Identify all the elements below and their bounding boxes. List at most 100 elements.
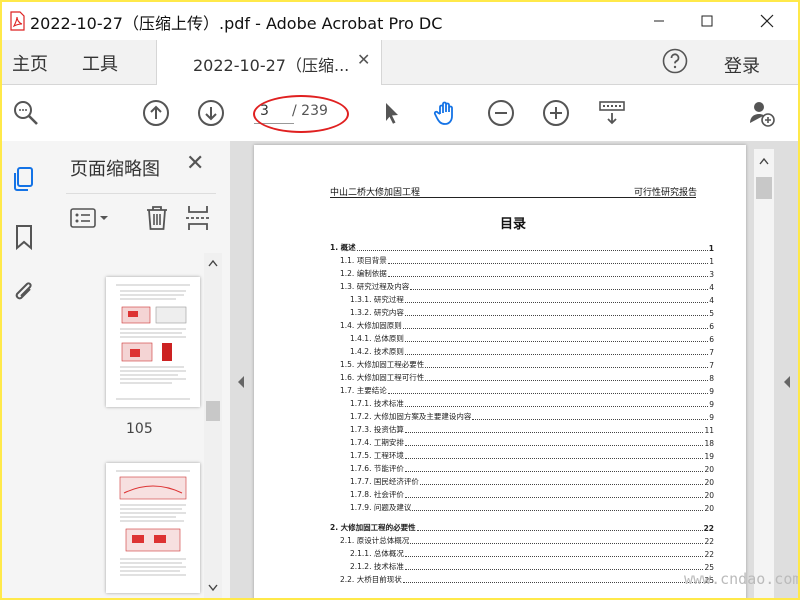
toc-leader-dots	[472, 418, 709, 420]
toc-entry[interactable]: 1.1. 项目背景 1	[340, 254, 714, 266]
toc-entry[interactable]: 1.3.2. 研究内容 5	[350, 306, 714, 318]
toc-entry[interactable]: 1.7. 主要结论 9	[340, 384, 714, 396]
toc-entry[interactable]: 1.4.2. 技术原则 7	[350, 345, 714, 357]
document-scroll-thumb[interactable]	[756, 177, 772, 199]
bookmark-icon[interactable]	[10, 223, 38, 251]
document-tab[interactable]: 2022-10-27（压缩... ✕	[156, 40, 382, 85]
scroll-up-icon[interactable]	[759, 157, 769, 165]
close-icon	[760, 14, 774, 28]
toc-entry-title: 1.1. 项目背景	[340, 256, 387, 265]
thumbnail-preview	[116, 284, 190, 400]
toc-entry[interactable]: 1.4. 大修加固原则 6	[340, 319, 714, 331]
menu-home[interactable]: 主页	[12, 50, 48, 76]
toc-entry[interactable]: 2.1.2. 技术标准 25	[350, 560, 714, 572]
watermark: www.cndao.com	[684, 570, 798, 588]
thumbnail-panel: 页面缩略图 ✕ 105	[46, 141, 230, 598]
extract-icon[interactable]	[184, 204, 212, 232]
thumbnail-scroll-thumb[interactable]	[206, 401, 220, 421]
toc-entry[interactable]: 2. 大修加固工程的必要性 22	[330, 521, 714, 533]
toc-entry[interactable]: 2.1. 原设计总体概况 22	[340, 534, 714, 546]
page-thumbnails-icon[interactable]	[10, 165, 38, 193]
toc-entry[interactable]: 2.1.1. 总体概况 22	[350, 547, 714, 559]
toc-entry[interactable]: 1.2. 编制依据 3	[340, 267, 714, 279]
delete-icon[interactable]	[144, 204, 170, 232]
toc-entry[interactable]: 1. 概述 1	[330, 241, 714, 253]
thumbnail-tools	[66, 193, 216, 246]
close-window-button[interactable]	[744, 2, 790, 40]
maximize-icon	[701, 15, 713, 27]
toc-entry-title: 1.7.5. 工程环境	[350, 451, 404, 460]
toc-entry[interactable]: 1.7.2. 大修加固方案及主要建设内容 9	[350, 410, 714, 422]
toc-entry-title: 1.7.2. 大修加固方案及主要建设内容	[350, 412, 472, 421]
toc-entry[interactable]: 1.7.5. 工程环境 19	[350, 449, 714, 461]
toc-entry-page: 1	[708, 244, 714, 253]
scroll-down-icon[interactable]	[208, 584, 218, 592]
panel-close-icon[interactable]: ✕	[186, 151, 204, 176]
help-icon[interactable]	[662, 48, 688, 74]
toc-entry[interactable]: 1.7.1. 技术标准 9	[350, 397, 714, 409]
maximize-button[interactable]	[684, 2, 730, 40]
toc-entry[interactable]: 1.5. 大修加固工程必要性 7	[340, 358, 714, 370]
toc-entry[interactable]: 1.4.1. 总体原则 6	[350, 332, 714, 344]
next-page-icon[interactable]	[197, 99, 225, 127]
toc-entry[interactable]: 1.7.8. 社会评价 20	[350, 488, 714, 500]
thumbnail-page-label: 105	[126, 421, 153, 437]
zoom-in-icon[interactable]	[542, 99, 570, 127]
toc-entry[interactable]: 1.7.7. 国民经济评价 20	[350, 475, 714, 487]
toc-entry-page: 22	[704, 537, 714, 546]
toc-leader-dots	[404, 444, 704, 446]
toc-leader-dots	[404, 314, 709, 316]
login-button[interactable]: 登录	[724, 52, 760, 78]
toc-entry-title: 1.7.9. 问题及建议	[350, 503, 412, 512]
share-user-icon[interactable]	[748, 99, 776, 127]
toc-leader-dots	[404, 353, 709, 355]
minimize-button[interactable]	[636, 2, 682, 40]
collapse-left-icon[interactable]	[236, 375, 246, 389]
toc-entry[interactable]: 1.3.1. 研究过程 4	[350, 293, 714, 305]
toc-entry-page: 3	[709, 270, 714, 279]
toc-entry-title: 2.1.2. 技术标准	[350, 562, 404, 571]
collapse-right-icon[interactable]	[782, 375, 792, 389]
toc-entry[interactable]: 1.7.6. 节能评价 20	[350, 462, 714, 474]
toc-leader-dots	[404, 340, 709, 342]
thumbnail-scrollbar[interactable]	[204, 253, 222, 598]
toc-entry[interactable]: 1.3. 研究过程及内容 4	[340, 280, 714, 292]
toc-entry[interactable]: 1.7.9. 问题及建议 20	[350, 501, 714, 513]
tab-close-icon[interactable]: ✕	[357, 50, 370, 69]
page-thumbnail-105[interactable]	[106, 277, 200, 407]
hand-tool-icon[interactable]	[432, 99, 460, 127]
toc-entry-title: 1.4. 大修加固原则	[340, 321, 402, 330]
toc-entry-page: 9	[709, 413, 714, 422]
toc-entry-page: 6	[709, 335, 714, 344]
toc-entry-title: 1.3.2. 研究内容	[350, 308, 404, 317]
prev-page-icon[interactable]	[142, 99, 170, 127]
app-window: 2022-10-27（压缩上传）.pdf - Adobe Acrobat Pro…	[2, 2, 798, 598]
menu-tools[interactable]: 工具	[82, 50, 118, 76]
zoom-out-icon[interactable]	[487, 99, 515, 127]
toc-leader-dots	[404, 470, 704, 472]
toc-entry-title: 1.2. 编制依据	[340, 269, 387, 278]
attachment-icon[interactable]	[10, 279, 38, 307]
toc-entry-page: 6	[709, 322, 714, 331]
toc-entry-page: 11	[704, 426, 714, 435]
toc-entry-page: 20	[704, 478, 714, 487]
toc-entry[interactable]: 2.2. 大桥目前现状 25	[340, 573, 714, 585]
document-scrollbar[interactable]	[754, 149, 774, 598]
zoom-search-icon[interactable]	[12, 99, 40, 127]
minimize-icon	[654, 20, 664, 22]
toc-entry-page: 18	[704, 439, 714, 448]
options-menu-icon[interactable]	[70, 206, 114, 230]
toc-entry[interactable]: 1.7.4. 工期安排 18	[350, 436, 714, 448]
select-cursor-icon[interactable]	[378, 99, 406, 127]
page-thumbnail-106[interactable]	[106, 463, 200, 593]
toc-entry[interactable]: 1.7.3. 投资估算 11	[350, 423, 714, 435]
keyboard-scroll-icon[interactable]	[598, 99, 626, 127]
toolbar: 3 / 239	[2, 85, 798, 142]
toc-entry[interactable]: 1.6. 大修加固工程可行性 8	[340, 371, 714, 383]
scroll-up-icon[interactable]	[208, 259, 218, 267]
toc-entry-title: 1.7.1. 技术标准	[350, 399, 404, 408]
toc-entry-page: 4	[709, 296, 714, 305]
toc-entry-title: 1.4.2. 技术原则	[350, 347, 404, 356]
toc-entry-title: 1.6. 大修加固工程可行性	[340, 373, 425, 382]
title-bar: 2022-10-27（压缩上传）.pdf - Adobe Acrobat Pro…	[2, 2, 798, 40]
